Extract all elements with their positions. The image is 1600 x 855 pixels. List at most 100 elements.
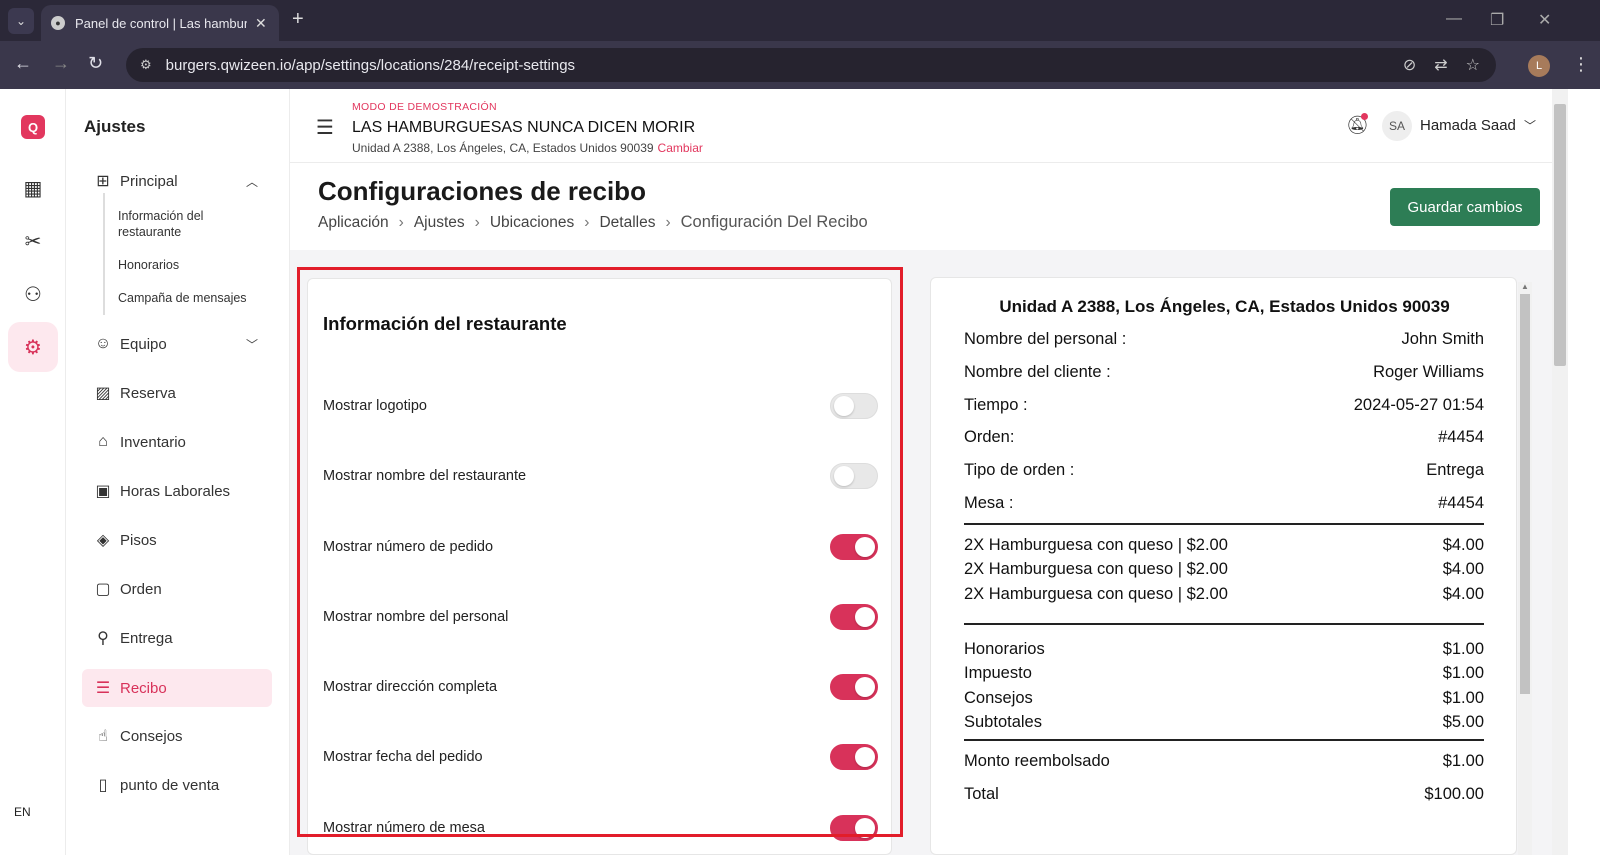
sidebar-item-label: Reserva bbox=[120, 384, 176, 402]
apps-add-icon: ⊞ bbox=[96, 173, 110, 190]
browser-toolbar: ← → ↻ ⚙ burgers.qwizeen.io/app/settings/… bbox=[0, 41, 1600, 89]
receipt-item-row: 2X Hamburguesa con queso | $2.00 $4.00 bbox=[964, 585, 1484, 604]
receipt-value: $1.00 bbox=[1442, 752, 1484, 770]
receipt-label: Monto reembolsado bbox=[964, 752, 1110, 770]
receipt-row: Mesa : #4454 bbox=[964, 494, 1484, 513]
show-restaurant-name-switch[interactable] bbox=[830, 463, 878, 489]
bookmark-star-icon[interactable]: ☆ bbox=[1466, 55, 1480, 75]
toggle-label: Mostrar nombre del personal bbox=[323, 609, 509, 625]
reload-icon[interactable]: ↻ bbox=[88, 53, 103, 74]
toggle-row: Mostrar número de pedido bbox=[323, 533, 878, 561]
save-changes-button[interactable]: Guardar cambios bbox=[1390, 188, 1540, 226]
page-scroll-thumb[interactable] bbox=[1554, 104, 1566, 366]
toggle-label: Mostrar número de pedido bbox=[323, 539, 494, 555]
receipt-value: $5.00 bbox=[1442, 713, 1484, 731]
subnav-item-info[interactable]: Información del restaurante bbox=[118, 208, 248, 240]
tracking-protection-icon[interactable]: ⊘ bbox=[1403, 55, 1416, 75]
change-location-link[interactable]: Cambiar bbox=[658, 141, 703, 155]
forward-icon[interactable]: → bbox=[52, 53, 70, 74]
breadcrumb-app[interactable]: Aplicación bbox=[318, 214, 389, 232]
utensils-icon[interactable]: ✂ bbox=[8, 216, 58, 266]
show-order-number-switch[interactable] bbox=[830, 534, 878, 560]
breadcrumb: Aplicación › Ajustes › Ubicaciones › Det… bbox=[318, 213, 868, 232]
address-bar[interactable]: ⚙ burgers.qwizeen.io/app/settings/locati… bbox=[126, 48, 1496, 82]
user-name[interactable]: Hamada Saad bbox=[1420, 117, 1516, 134]
chevron-down-icon: ﹀ bbox=[245, 337, 258, 352]
profile-avatar[interactable]: L bbox=[1528, 55, 1550, 77]
receipt-row: Orden: #4454 bbox=[964, 428, 1484, 447]
chevron-right-icon: › bbox=[474, 214, 480, 231]
breadcrumb-locations[interactable]: Ubicaciones bbox=[490, 214, 574, 232]
receipt-total-row: Subtotales $5.00 bbox=[964, 713, 1484, 732]
show-staff-name-switch[interactable] bbox=[830, 604, 878, 630]
sidebar-item-reserva[interactable]: ▨ Reserva bbox=[82, 374, 272, 412]
switch-knob bbox=[834, 466, 854, 486]
receipt-list-icon: ☰ bbox=[95, 680, 111, 697]
show-table-number-switch[interactable] bbox=[830, 815, 878, 841]
receipt-label: Nombre del cliente : bbox=[964, 363, 1111, 381]
subnav-line bbox=[103, 193, 105, 315]
receipt-value: $4.00 bbox=[1442, 560, 1484, 578]
sidebar-item-orden[interactable]: ▢ Orden bbox=[82, 570, 272, 608]
menu-icon[interactable]: ☰ bbox=[316, 115, 334, 140]
receipt-grand-total-row: Total $100.00 bbox=[964, 785, 1484, 804]
receipt-divider bbox=[964, 523, 1484, 525]
chevron-down-icon[interactable]: ﹀ bbox=[1524, 117, 1536, 134]
dashboard-icon[interactable]: ▦ bbox=[8, 163, 58, 213]
scroll-up-icon[interactable]: ▲ bbox=[1521, 282, 1529, 291]
breadcrumb-details[interactable]: Detalles bbox=[599, 214, 655, 232]
new-tab-icon[interactable]: + bbox=[292, 8, 304, 31]
sidebar-item-label: Inventario bbox=[120, 433, 186, 451]
sidebar-item-consejos[interactable]: ☝ Consejos bbox=[82, 717, 272, 755]
sidebar-item-recibo[interactable]: ☰ Recibo bbox=[82, 669, 272, 707]
gear-icon[interactable]: ⚙ bbox=[8, 322, 58, 372]
app-logo[interactable]: Q bbox=[21, 115, 45, 139]
toggle-row: Mostrar nombre del restaurante bbox=[323, 462, 878, 490]
show-logo-switch[interactable] bbox=[830, 393, 878, 419]
receipt-value: $100.00 bbox=[1424, 785, 1484, 803]
sidebar-item-inventario[interactable]: ⌂ Inventario bbox=[82, 423, 272, 461]
tab-search-icon[interactable]: ⌄ bbox=[8, 8, 34, 34]
subnav-item-campaign[interactable]: Campaña de mensajes bbox=[118, 290, 248, 306]
sitemap-icon[interactable]: ⚇ bbox=[8, 269, 58, 319]
switch-knob bbox=[855, 677, 875, 697]
receipt-value: #4454 bbox=[1438, 494, 1484, 512]
receipt-row: Nombre del personal : John Smith bbox=[964, 330, 1484, 349]
sidebar-item-pos[interactable]: ▯ punto de venta bbox=[82, 766, 272, 804]
receipt-item-row: 2X Hamburguesa con queso | $2.00 $4.00 bbox=[964, 536, 1484, 555]
site-info-icon[interactable]: ⚙ bbox=[140, 57, 152, 73]
sidebar-item-principal[interactable]: ⊞ Principal ︿ bbox=[82, 162, 272, 200]
sidebar-item-entrega[interactable]: ⚲ Entrega bbox=[82, 619, 272, 657]
sidebar-item-equipo[interactable]: ☺ Equipo ﹀ bbox=[82, 325, 272, 363]
calendar-clock-icon: ▣ bbox=[95, 483, 111, 500]
receipt-value: $4.00 bbox=[1442, 536, 1484, 554]
close-tab-icon[interactable]: ✕ bbox=[255, 15, 267, 32]
toggle-label: Mostrar número de mesa bbox=[323, 820, 485, 836]
receipt-value: $1.00 bbox=[1442, 640, 1484, 658]
page-title: Configuraciones de recibo bbox=[318, 176, 646, 206]
browser-menu-icon[interactable]: ⋮ bbox=[1572, 54, 1590, 75]
language-switch[interactable]: EN bbox=[14, 805, 31, 819]
receipt-value: $1.00 bbox=[1442, 664, 1484, 682]
back-icon[interactable]: ← bbox=[14, 53, 32, 74]
minimize-icon[interactable]: — bbox=[1446, 10, 1462, 28]
restore-icon[interactable]: ❐ bbox=[1490, 10, 1504, 30]
receipt-scroll-thumb[interactable] bbox=[1520, 294, 1530, 694]
receipt-label: Impuesto bbox=[964, 664, 1032, 682]
chevron-up-icon: ︿ bbox=[245, 174, 258, 189]
subnav-item-fees[interactable]: Honorarios bbox=[118, 257, 248, 273]
translate-icon[interactable]: ⇄ bbox=[1434, 55, 1447, 75]
breadcrumb-settings[interactable]: Ajustes bbox=[414, 214, 465, 232]
close-window-icon[interactable]: ✕ bbox=[1538, 10, 1551, 30]
sidebar-item-pisos[interactable]: ◈ Pisos bbox=[82, 521, 272, 559]
show-order-date-switch[interactable] bbox=[830, 744, 878, 770]
receipt-refund-row: Monto reembolsado $1.00 bbox=[964, 752, 1484, 771]
switch-knob bbox=[834, 396, 854, 416]
receipt-label: Nombre del personal : bbox=[964, 330, 1127, 348]
sidebar-item-horas[interactable]: ▣ Horas Laborales bbox=[82, 472, 272, 510]
toggle-row: Mostrar nombre del personal bbox=[323, 603, 878, 631]
user-avatar[interactable]: SA bbox=[1382, 111, 1412, 141]
browser-tab[interactable]: ● Panel de control | Las hamburguesas ✕ bbox=[41, 5, 279, 41]
show-full-address-switch[interactable] bbox=[830, 674, 878, 700]
sidebar-item-label: punto de venta bbox=[120, 776, 220, 794]
